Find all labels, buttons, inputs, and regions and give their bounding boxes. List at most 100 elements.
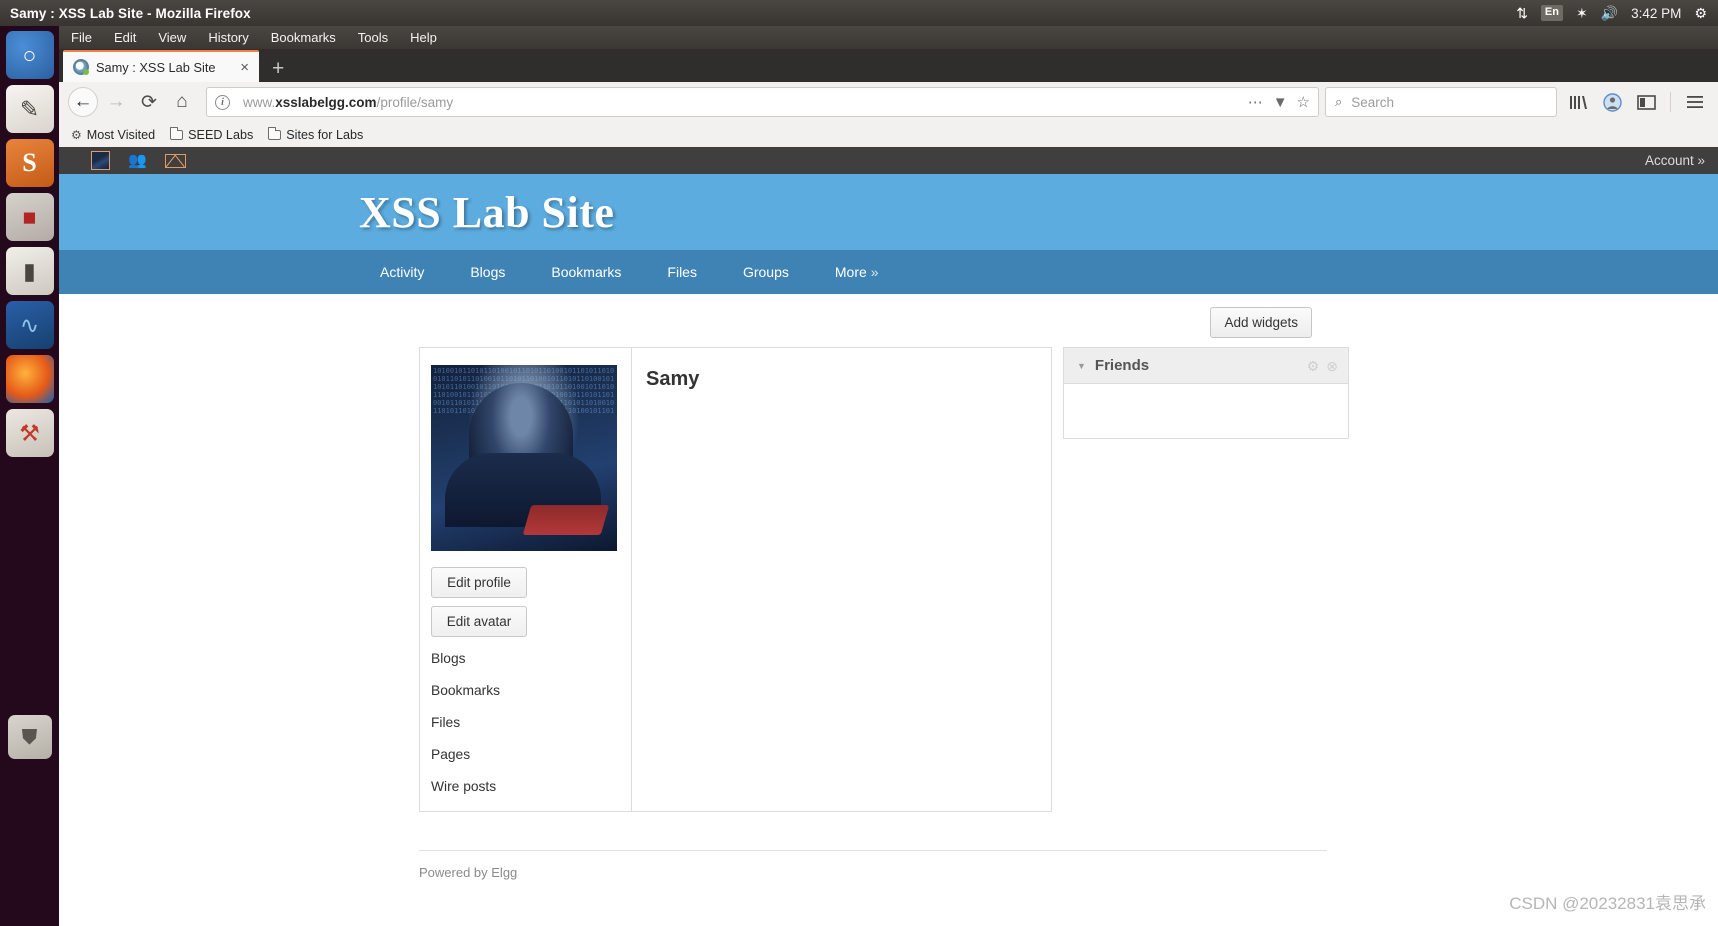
- menu-history[interactable]: History: [208, 30, 248, 45]
- power-gear-icon[interactable]: ⚙: [1694, 6, 1707, 20]
- bookmark-most-visited[interactable]: ⚙ Most Visited: [71, 128, 155, 142]
- topbar-friends-link[interactable]: 👥: [128, 153, 147, 168]
- powered-by-label: Powered by Elgg: [419, 865, 518, 880]
- bookmark-label: Sites for Labs: [286, 127, 364, 142]
- edit-avatar-button[interactable]: Edit avatar: [431, 606, 527, 637]
- bookmark-label: Most Visited: [86, 127, 156, 142]
- menu-hamburger-icon[interactable]: [1680, 88, 1709, 117]
- profile-avatar-image[interactable]: 1010010110101101001011010110100101101011…: [431, 365, 617, 551]
- profile-link-bookmarks[interactable]: Bookmarks: [431, 683, 631, 698]
- site-title[interactable]: XSS Lab Site: [359, 187, 614, 238]
- tab-strip: Samy : XSS Lab Site × +: [59, 49, 1718, 82]
- widget-actions: ⚙ ⊗: [1307, 359, 1338, 373]
- toolbar-separator: [1670, 92, 1671, 112]
- page-viewport: 👥 Account » XSS Lab Site Activity Blogs …: [59, 147, 1718, 926]
- tab-close-icon[interactable]: ×: [236, 60, 253, 75]
- widget-header: ▼ Friends ⚙ ⊗: [1064, 348, 1348, 384]
- page-footer: Powered by Elgg: [419, 850, 1327, 882]
- bookmarks-toolbar: ⚙ Most Visited SEED Labs Sites for Labs: [59, 122, 1718, 147]
- launcher-item-system-tools[interactable]: ⚒: [5, 409, 54, 457]
- launcher-item-trash[interactable]: ⛊: [7, 715, 52, 759]
- nav-item-bookmarks[interactable]: Bookmarks: [528, 264, 644, 280]
- bookmark-seed-labs[interactable]: SEED Labs: [169, 126, 253, 142]
- launcher-item-software-center[interactable]: ■: [5, 193, 54, 241]
- launcher-item-terminal[interactable]: ▮: [5, 247, 54, 295]
- menu-help[interactable]: Help: [410, 30, 437, 45]
- profile-link-wire-posts[interactable]: Wire posts: [431, 779, 631, 794]
- network-icon[interactable]: ⇅: [1516, 6, 1528, 20]
- profile-columns: 1010010110101101001011010110100101101011…: [59, 338, 1718, 812]
- bookmark-star-icon[interactable]: ☆: [1297, 95, 1310, 110]
- tab-title: Samy : XSS Lab Site: [96, 59, 216, 75]
- back-button[interactable]: ←: [68, 87, 98, 117]
- browser-menu-bar[interactable]: File Edit View History Bookmarks Tools H…: [59, 26, 1718, 49]
- new-tab-button[interactable]: +: [272, 58, 284, 79]
- terminal-icon: ▮: [23, 257, 36, 284]
- nav-more-label: More: [834, 264, 867, 280]
- user-avatar-icon: [91, 151, 110, 170]
- profile-display-name: Samy: [646, 368, 700, 390]
- topbar-avatar-link[interactable]: [91, 151, 110, 170]
- menu-file[interactable]: File: [71, 30, 92, 45]
- clock[interactable]: 3:42 PM: [1631, 6, 1681, 21]
- search-bar[interactable]: ⌕ Search: [1325, 87, 1557, 117]
- profile-link-blogs[interactable]: Blogs: [431, 651, 631, 666]
- system-tray: ⇅ En ✶ 🔊 3:42 PM ⚙: [1516, 5, 1718, 21]
- launcher-item-wireshark[interactable]: ∿: [5, 301, 54, 349]
- bookmark-sites-for-labs[interactable]: Sites for Labs: [267, 126, 364, 142]
- launcher-item-ubuntu-dash[interactable]: ○: [5, 31, 54, 79]
- nav-item-groups[interactable]: Groups: [720, 264, 812, 280]
- library-icon[interactable]: [1564, 88, 1593, 117]
- widget-body: [1064, 384, 1348, 393]
- add-widgets-row: Add widgets: [59, 294, 1718, 338]
- pocket-icon[interactable]: ▼: [1273, 95, 1288, 110]
- home-button[interactable]: ⌂: [167, 87, 197, 117]
- nav-item-files[interactable]: Files: [644, 264, 720, 280]
- people-icon: 👥: [128, 152, 147, 169]
- account-icon[interactable]: [1598, 88, 1627, 117]
- profile-sidebar: 1010010110101101001011010110100101101011…: [420, 348, 632, 811]
- address-bar[interactable]: i www.xsslabelgg.com/profile/samy ⋯ ▼ ☆: [206, 87, 1319, 117]
- profile-content: Samy: [632, 348, 1051, 811]
- keyboard-layout-indicator[interactable]: En: [1540, 5, 1563, 21]
- search-input-placeholder[interactable]: Search: [1351, 95, 1394, 110]
- menu-view[interactable]: View: [158, 30, 186, 45]
- watermark-text: CSDN @20232831袁思承: [1509, 894, 1706, 913]
- address-bar-actions: ⋯ ▼ ☆: [1240, 95, 1310, 110]
- bluetooth-icon[interactable]: ✶: [1576, 6, 1588, 20]
- profile-link-files[interactable]: Files: [431, 715, 631, 730]
- wave-icon: ∿: [19, 311, 40, 338]
- launcher-item-seed[interactable]: S: [5, 139, 54, 187]
- launcher-item-files[interactable]: ✎: [5, 85, 54, 133]
- edit-profile-button[interactable]: Edit profile: [431, 567, 527, 598]
- topbar-messages-link[interactable]: [164, 153, 186, 168]
- forward-button[interactable]: →: [101, 87, 131, 117]
- menu-tools[interactable]: Tools: [358, 30, 388, 45]
- account-menu[interactable]: Account »: [1645, 153, 1705, 168]
- search-icon: ⌕: [1335, 94, 1343, 109]
- window-title: Samy : XSS Lab Site - Mozilla Firefox: [10, 5, 251, 21]
- nav-item-more[interactable]: More»: [812, 264, 902, 280]
- profile-panel: 1010010110101101001011010110100101101011…: [419, 347, 1052, 812]
- nav-item-blogs[interactable]: Blogs: [447, 264, 528, 280]
- page-main: Add widgets 1010010110101101001011010110…: [59, 294, 1718, 882]
- sidebar-icon[interactable]: [1632, 88, 1661, 117]
- add-widgets-button[interactable]: Add widgets: [1210, 307, 1312, 338]
- page-actions-icon[interactable]: ⋯: [1248, 95, 1264, 110]
- launcher-item-firefox[interactable]: [5, 355, 54, 403]
- page-info-icon[interactable]: i: [215, 94, 230, 110]
- reload-button[interactable]: ⟳: [134, 87, 164, 117]
- volume-icon[interactable]: 🔊: [1601, 6, 1618, 20]
- browser-tab-active[interactable]: Samy : XSS Lab Site ×: [63, 50, 259, 82]
- menu-bookmarks[interactable]: Bookmarks: [271, 30, 336, 45]
- profile-links: Blogs Bookmarks Files Pages Wire posts: [431, 651, 631, 794]
- nav-item-activity[interactable]: Activity: [357, 264, 447, 280]
- widget-settings-gear-icon[interactable]: ⚙: [1307, 359, 1320, 373]
- collapse-caret-icon[interactable]: ▼: [1077, 361, 1086, 371]
- unity-launcher[interactable]: ○ ✎ S ■ ▮ ∿ ⚒ ⛊: [0, 26, 59, 926]
- profile-link-pages[interactable]: Pages: [431, 747, 631, 762]
- widget-close-icon[interactable]: ⊗: [1326, 359, 1338, 373]
- friends-widget: ▼ Friends ⚙ ⊗: [1063, 347, 1349, 439]
- account-glyph: [1603, 92, 1622, 112]
- menu-edit[interactable]: Edit: [114, 30, 136, 45]
